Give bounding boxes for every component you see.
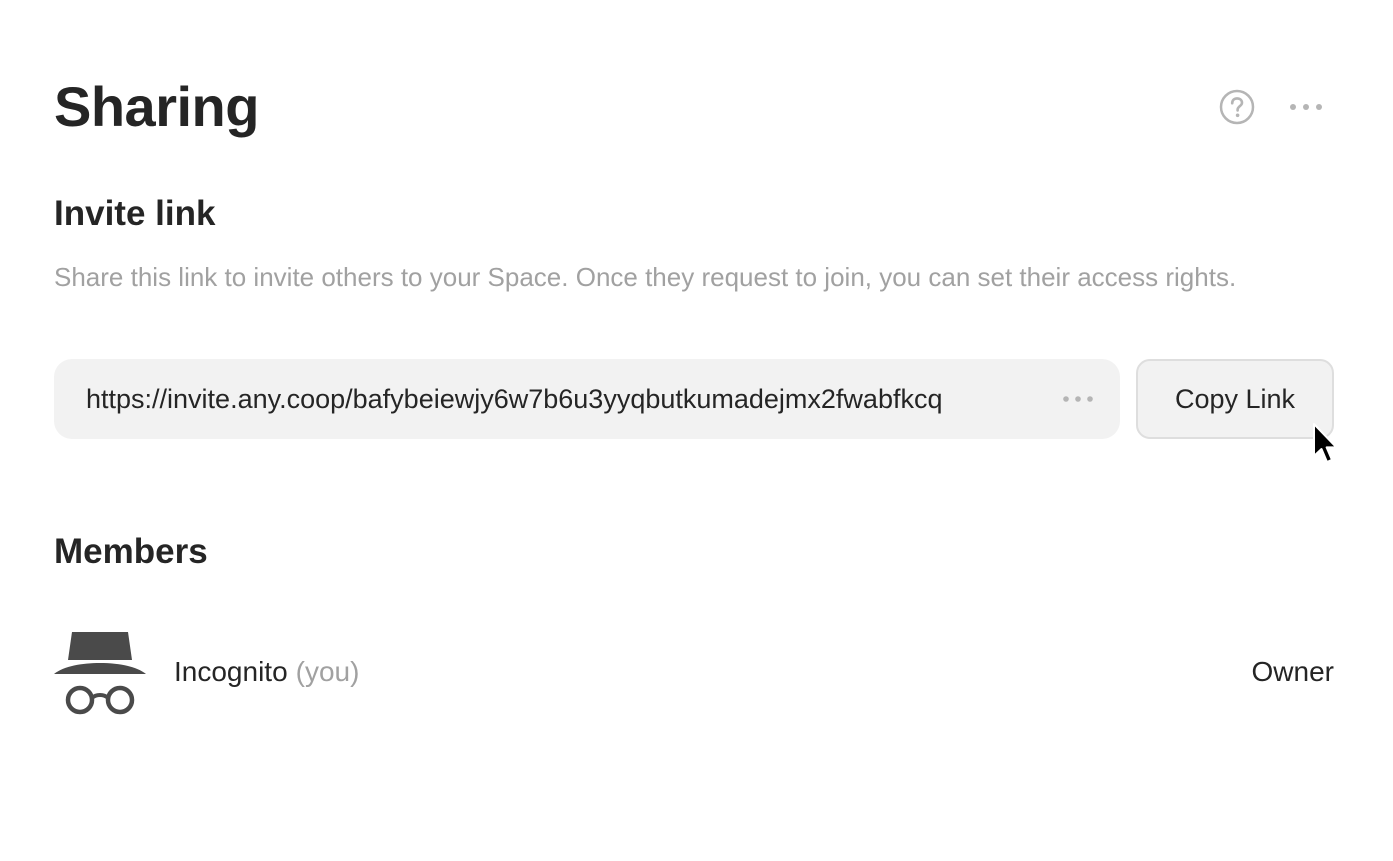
member-self-tag: (you) — [295, 656, 360, 687]
mouse-cursor-icon — [1313, 423, 1338, 463]
invite-link-field — [54, 359, 1120, 439]
sharing-page: Sharing Invite link Share this link to i… — [0, 0, 1393, 861]
link-options-icon[interactable] — [1060, 385, 1096, 413]
incognito-icon — [54, 632, 146, 715]
members-heading: Members — [54, 532, 208, 571]
copy-link-button[interactable]: Copy Link — [1136, 359, 1334, 439]
member-name: Incognito (you) — [174, 652, 359, 692]
member-role[interactable]: Owner — [1252, 652, 1334, 692]
member-name-text: Incognito — [174, 656, 288, 687]
invite-link-input[interactable] — [86, 359, 1036, 439]
more-options-icon[interactable] — [1286, 92, 1326, 122]
invite-link-heading: Invite link — [54, 194, 216, 233]
invite-link-description: Share this link to invite others to your… — [54, 262, 1237, 292]
page-title: Sharing — [54, 75, 259, 138]
member-row[interactable]: Incognito (you) Owner — [54, 626, 1334, 718]
help-icon[interactable] — [1219, 89, 1255, 125]
